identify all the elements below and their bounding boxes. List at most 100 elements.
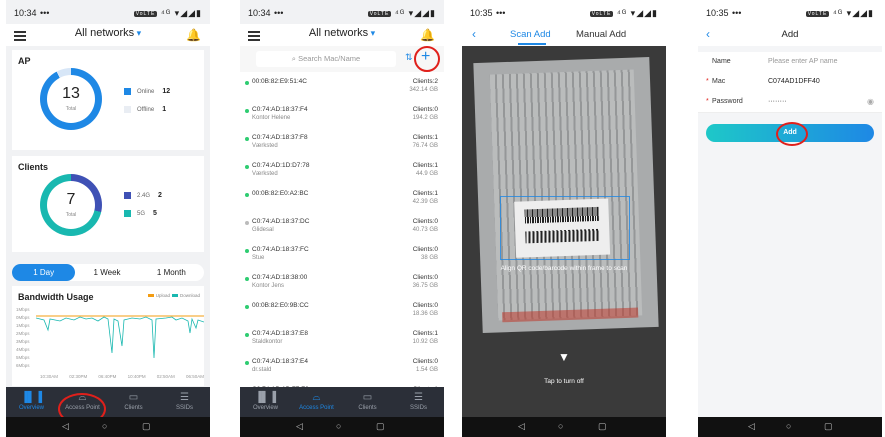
x-tick-label: 10:40PM bbox=[127, 374, 146, 379]
nav-access-point-label: Access Point bbox=[299, 405, 334, 411]
tab-scan-add[interactable]: Scan Add bbox=[510, 29, 551, 40]
nav-access-point[interactable]: ⌓ Access Point bbox=[291, 387, 342, 417]
home-icon[interactable]: ○ bbox=[786, 421, 791, 431]
ap-client-count: Clients:0 bbox=[412, 218, 438, 225]
ap-list-item[interactable]: C0:74:AD:18:37:E4 dr.stald Clients:0 1.54 G… bbox=[240, 352, 444, 381]
nav-clients[interactable]: ▭ Clients bbox=[108, 387, 159, 417]
status-dot bbox=[245, 193, 249, 197]
nav-overview-label: Overview bbox=[18, 405, 44, 411]
home-icon[interactable]: ○ bbox=[336, 421, 341, 431]
ap-name: Kontor Jens bbox=[252, 283, 285, 289]
search-icon: ⌕ bbox=[291, 54, 296, 63]
status-time: 10:34 bbox=[248, 8, 271, 18]
nav-clients[interactable]: ▭ Clients bbox=[342, 387, 393, 417]
ap-list-item[interactable]: 00:0B:82:E0:9B:CC Clients:0 18.36 GB bbox=[240, 296, 444, 325]
y-tick-label: 1Mbps bbox=[16, 307, 30, 312]
back-icon[interactable]: ◁ bbox=[518, 421, 525, 432]
system-nav: ◁ ○ ▢ bbox=[698, 417, 882, 437]
recents-icon[interactable]: ▢ bbox=[598, 421, 607, 432]
ap-mac: 00:0B:82:E0:A2:BC bbox=[252, 190, 309, 197]
ap-list-item[interactable]: C0:74:AD:18:37:DC Glidesal Clients:0 40.73 … bbox=[240, 212, 444, 241]
recents-icon[interactable]: ▢ bbox=[142, 421, 151, 432]
ap-list-item[interactable]: C0:74:AD:18:37:FC Stue Clients:0 38 GB bbox=[240, 240, 444, 269]
tab-1-week[interactable]: 1 Week bbox=[75, 264, 138, 281]
nav-ssids[interactable]: ☰ SSIDs bbox=[159, 387, 210, 417]
band-24g-legend: 2.4G 2 bbox=[124, 192, 162, 199]
nav-overview-label: Overview bbox=[252, 405, 278, 411]
network-selector[interactable]: All networks bbox=[75, 27, 134, 39]
chevron-down-icon[interactable]: ▾ bbox=[134, 28, 142, 38]
chevron-down-icon[interactable]: ▾ bbox=[368, 28, 376, 38]
ap-list: 00:0B:82:E9:51:4C Clients:2 342.14 GB C0:74… bbox=[240, 72, 444, 387]
back-icon[interactable]: ◁ bbox=[62, 421, 69, 432]
nav-clients-label: Clients bbox=[124, 405, 143, 411]
flashlight-icon[interactable]: ▼ bbox=[558, 350, 570, 364]
mac-row: * Mac C074AD1DFF40 bbox=[698, 72, 882, 93]
password-input[interactable]: ········ bbox=[768, 98, 787, 105]
status-dot bbox=[245, 333, 249, 337]
search-input[interactable]: ⌕ Search Mac/Name bbox=[256, 51, 396, 67]
back-icon[interactable]: ◁ bbox=[296, 421, 303, 432]
ap-list-item[interactable]: 00:0B:82:E9:51:4C Clients:2 342.14 GB bbox=[240, 72, 444, 101]
y-tick-label: 0Mbps bbox=[16, 315, 30, 320]
online-label: Online bbox=[137, 89, 155, 96]
nav-overview[interactable]: ▐▌▐ Overview bbox=[6, 387, 57, 417]
home-icon[interactable]: ○ bbox=[102, 421, 107, 431]
ap-usage: 38 GB bbox=[420, 255, 438, 261]
clients-total-label: Total bbox=[65, 212, 77, 218]
tab-1-day[interactable]: 1 Day bbox=[12, 264, 76, 281]
bottom-nav: ▐▌▐ Overview ⌓ Access Point ▭ Clients ☰ SSID… bbox=[240, 387, 444, 417]
name-row: Name Please enter AP name bbox=[698, 52, 882, 73]
status-icons: VoLTE ⁴ᴳ ▾◢◢▮ bbox=[805, 8, 874, 19]
torch-label[interactable]: Tap to turn off bbox=[462, 378, 666, 385]
ap-usage: 76.74 GB bbox=[412, 143, 438, 149]
tab-1-month[interactable]: 1 Month bbox=[139, 264, 204, 281]
volte-badge: VoLTE bbox=[589, 10, 614, 17]
overview-screen: 10:34 ••• VoLTE ⁴ᴳ ▾◢◢▮ All networks ▾ 🔔… bbox=[6, 0, 210, 437]
status-icons: VoLTE ⁴ᴳ ▾◢◢▮ bbox=[589, 8, 658, 19]
back-arrow-icon[interactable]: ‹ bbox=[472, 27, 476, 41]
clients-title: Clients bbox=[18, 162, 49, 172]
bell-icon[interactable]: 🔔 bbox=[420, 28, 435, 42]
tab-manual-add[interactable]: Manual Add bbox=[576, 29, 626, 40]
ap-list-item[interactable]: 00:0B:82:E0:A2:BC Clients:1 42.39 GB bbox=[240, 184, 444, 213]
ap-list-item[interactable]: C0:74:AD:18:37:E8 Staldkontor Clients:1 10.… bbox=[240, 324, 444, 353]
network-selector[interactable]: All networks bbox=[309, 27, 368, 39]
router-icon: ⌓ bbox=[312, 392, 321, 403]
ap-mac: C0:74:AD:18:37:DC bbox=[252, 218, 310, 225]
home-icon[interactable]: ○ bbox=[558, 421, 563, 431]
signal-icons: ⁴ᴳ ▾◢◢▮ bbox=[616, 8, 658, 18]
ap-list-item[interactable]: C0:74:AD:18:37:F8 Værksted Clients:1 76.74 … bbox=[240, 128, 444, 157]
ap-mac: C0:74:AD:18:38:00 bbox=[252, 274, 308, 281]
ap-client-count: Clients:1 bbox=[412, 330, 438, 337]
ap-list-item[interactable]: C0:74:AD:1B:F7:F0Clients:1 bbox=[240, 380, 444, 387]
eye-icon[interactable]: ◉ bbox=[867, 97, 874, 106]
status-time: 10:34 bbox=[14, 8, 37, 18]
ap-mac: 00:0B:82:E0:9B:CC bbox=[252, 302, 309, 309]
ap-title: AP bbox=[18, 56, 31, 66]
nav-overview[interactable]: ▐▌▐ Overview bbox=[240, 387, 291, 417]
system-nav: ◁ ○ ▢ bbox=[462, 417, 666, 437]
ap-usage: 18.36 GB bbox=[412, 311, 438, 317]
status-dot bbox=[245, 109, 249, 113]
status-icons: VoLTE ⁴ᴳ ▾◢◢▮ bbox=[367, 8, 436, 19]
back-icon[interactable]: ◁ bbox=[748, 421, 755, 432]
status-dot bbox=[245, 165, 249, 169]
bottom-nav: ▐▌▐ Overview ⌓ Access Point ▭ Clients ☰ SSID… bbox=[6, 387, 210, 417]
name-input[interactable]: Please enter AP name bbox=[768, 58, 838, 65]
ap-list-item[interactable]: C0:74:AD:18:38:00 Kontor Jens Clients:0 36.… bbox=[240, 268, 444, 297]
band-24g-count: 2 bbox=[158, 192, 162, 200]
ap-card: AP 13 Total Online 12 Offline 1 bbox=[12, 50, 204, 150]
status-dot bbox=[245, 277, 249, 281]
recents-icon[interactable]: ▢ bbox=[376, 421, 385, 432]
mac-input[interactable]: C074AD1DFF40 bbox=[768, 78, 820, 85]
ap-list-item[interactable]: C0:74:AD:18:37:F4 Kontor Helene Clients:0 1… bbox=[240, 100, 444, 129]
bell-icon[interactable]: 🔔 bbox=[186, 28, 201, 42]
ap-mac: 00:0B:82:E9:51:4C bbox=[252, 78, 307, 85]
sort-icon[interactable]: ⇅ bbox=[405, 52, 413, 63]
ap-name: Glidesal bbox=[252, 227, 274, 233]
nav-ssids[interactable]: ☰ SSIDs bbox=[393, 387, 444, 417]
ap-client-count: Clients:1 bbox=[412, 134, 438, 141]
ap-list-item[interactable]: C0:74:AD:1D:D7:78 Værksted Clients:1 44.9 G… bbox=[240, 156, 444, 185]
recents-icon[interactable]: ▢ bbox=[824, 421, 833, 432]
